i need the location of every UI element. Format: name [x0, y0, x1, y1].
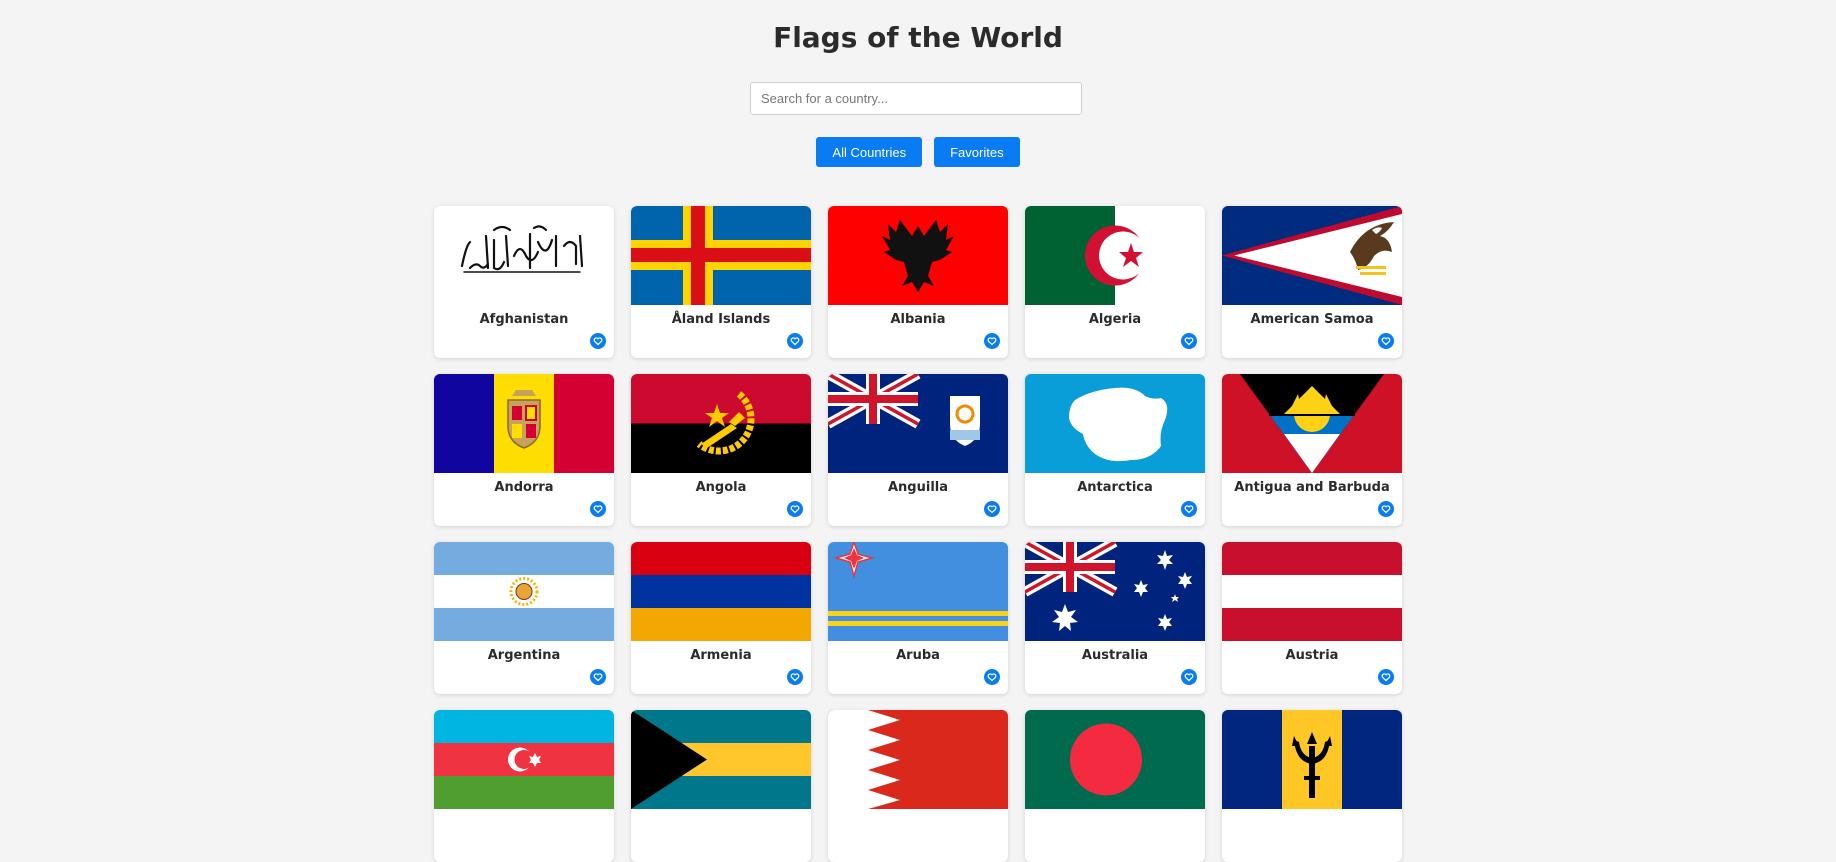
heart-icon: [593, 337, 603, 346]
country-card-american-samoa[interactable]: American Samoa: [1222, 206, 1402, 358]
page-title: Flags of the World: [773, 21, 1063, 54]
heart-icon: [987, 505, 997, 514]
country-card-argentina[interactable]: Argentina: [434, 542, 614, 694]
austria-flag: [1222, 542, 1402, 641]
favorite-button[interactable]: [1378, 333, 1394, 349]
antigua-and-barbuda-flag: [1222, 374, 1402, 473]
anguilla-flag: [828, 374, 1008, 473]
country-card-aland-islands[interactable]: Åland Islands: [631, 206, 811, 358]
favorite-button[interactable]: [787, 501, 803, 517]
country-name: Albania: [890, 312, 946, 327]
country-name: Argentina: [487, 648, 561, 663]
australia-flag: [1025, 542, 1205, 641]
afghanistan-flag: [434, 206, 614, 305]
country-card-algeria[interactable]: Algeria: [1025, 206, 1205, 358]
aruba-flag: [828, 542, 1008, 641]
heart-icon: [1184, 673, 1194, 682]
favorite-button[interactable]: [984, 333, 1000, 349]
country-name: Åland Islands: [671, 312, 771, 327]
american-samoa-flag: [1222, 206, 1402, 305]
heart-icon: [1184, 337, 1194, 346]
country-card-bahamas[interactable]: [631, 710, 811, 862]
favorite-button[interactable]: [787, 669, 803, 685]
country-card-albania[interactable]: Albania: [828, 206, 1008, 358]
country-card-afghanistan[interactable]: Afghanistan: [434, 206, 614, 358]
favorite-button[interactable]: [1378, 669, 1394, 685]
country-name: Australia: [1081, 648, 1149, 663]
favorite-button[interactable]: [984, 669, 1000, 685]
azerbaijan-flag: [434, 710, 614, 809]
heart-icon: [1184, 505, 1194, 514]
country-card-anguilla[interactable]: Anguilla: [828, 374, 1008, 526]
country-name: Andorra: [494, 480, 554, 495]
heart-icon: [790, 337, 800, 346]
flags-app: Flags of the World All Countries Favorit…: [0, 0, 1836, 862]
heart-icon: [790, 673, 800, 682]
heart-icon: [987, 673, 997, 682]
andorra-flag: [434, 374, 614, 473]
favorite-button[interactable]: [1181, 333, 1197, 349]
heart-icon: [987, 337, 997, 346]
favorite-button[interactable]: [1378, 501, 1394, 517]
country-name: Angola: [695, 480, 747, 495]
filter-tabs: All Countries Favorites: [0, 137, 1836, 167]
country-card-austria[interactable]: Austria: [1222, 542, 1402, 694]
algeria-flag: [1025, 206, 1205, 305]
albania-flag: [828, 206, 1008, 305]
favorite-button[interactable]: [590, 501, 606, 517]
search-input[interactable]: [750, 82, 1082, 115]
heart-icon: [790, 505, 800, 514]
country-card-bahrain[interactable]: [828, 710, 1008, 862]
country-card-angola[interactable]: Angola: [631, 374, 811, 526]
favorite-button[interactable]: [1181, 501, 1197, 517]
country-name: Aruba: [896, 648, 940, 663]
favorite-button[interactable]: [787, 333, 803, 349]
country-name: Antarctica: [1077, 480, 1153, 495]
country-card-bangladesh[interactable]: [1025, 710, 1205, 862]
country-name: American Samoa: [1250, 312, 1374, 327]
aland-islands-flag: [631, 206, 811, 305]
favorite-button[interactable]: [984, 501, 1000, 517]
country-card-azerbaijan[interactable]: [434, 710, 614, 862]
country-name: Afghanistan: [479, 312, 569, 327]
country-name: Antigua and Barbuda: [1234, 480, 1390, 495]
favorites-button[interactable]: Favorites: [934, 137, 1020, 167]
country-card-antigua-and-barbuda[interactable]: Antigua and Barbuda: [1222, 374, 1402, 526]
country-name: Armenia: [690, 648, 752, 663]
armenia-flag: [631, 542, 811, 641]
heart-icon: [1381, 505, 1391, 514]
argentina-flag: [434, 542, 614, 641]
country-name: Austria: [1285, 648, 1339, 663]
favorite-button[interactable]: [590, 333, 606, 349]
bahrain-flag: [828, 710, 1008, 809]
favorite-button[interactable]: [1181, 669, 1197, 685]
bahamas-flag: [631, 710, 811, 809]
angola-flag: [631, 374, 811, 473]
country-card-aruba[interactable]: Aruba: [828, 542, 1008, 694]
country-card-australia[interactable]: Australia: [1025, 542, 1205, 694]
all-countries-button[interactable]: All Countries: [816, 137, 923, 167]
antarctica-flag: [1025, 374, 1205, 473]
heart-icon: [1381, 673, 1391, 682]
country-card-barbados[interactable]: [1222, 710, 1402, 862]
country-name: Algeria: [1088, 312, 1142, 327]
favorite-button[interactable]: [590, 669, 606, 685]
country-card-armenia[interactable]: Armenia: [631, 542, 811, 694]
heart-icon: [593, 505, 603, 514]
heart-icon: [593, 673, 603, 682]
heart-icon: [1381, 337, 1391, 346]
bangladesh-flag: [1025, 710, 1205, 809]
country-card-antarctica[interactable]: Antarctica: [1025, 374, 1205, 526]
country-name: Anguilla: [887, 480, 949, 495]
country-grid: Afghanistan Åland Islands Albania Algeri…: [434, 206, 1402, 862]
barbados-flag: [1222, 710, 1402, 809]
country-card-andorra[interactable]: Andorra: [434, 374, 614, 526]
